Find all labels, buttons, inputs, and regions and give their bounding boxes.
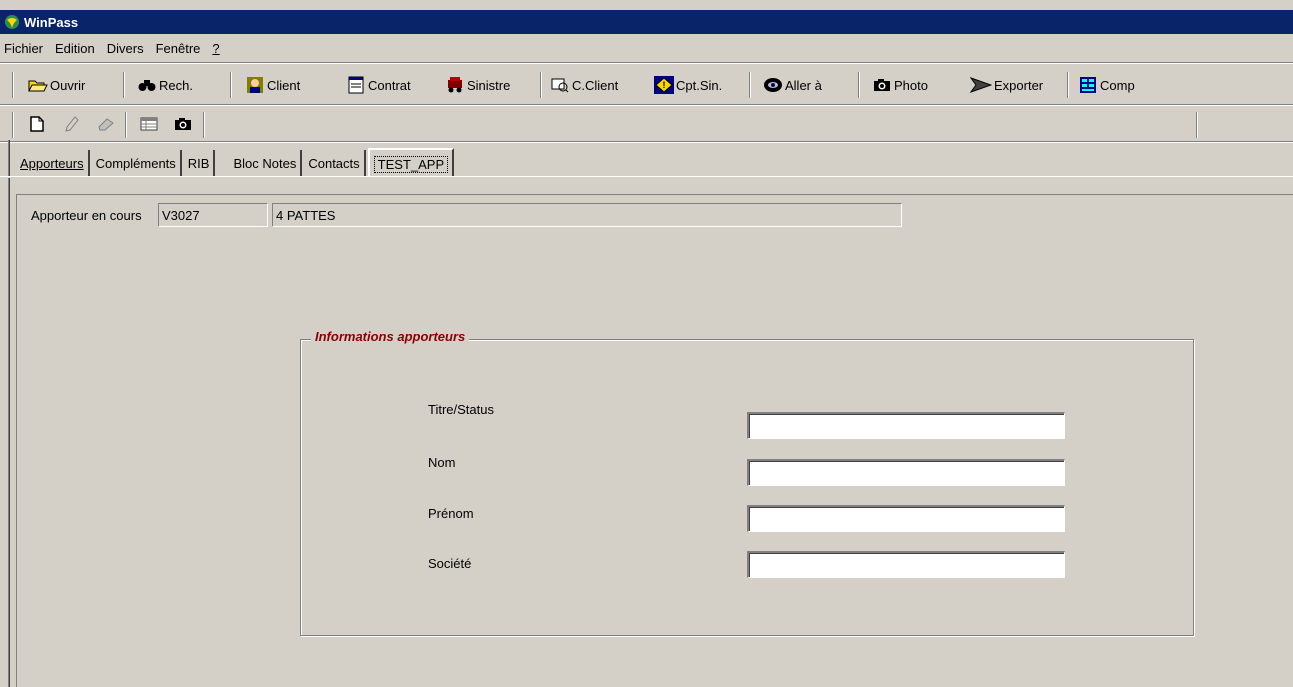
group-title: Informations apporteurs xyxy=(311,329,470,344)
aller-button[interactable]: Aller à xyxy=(763,72,822,98)
cptsin-label: Cpt.Sin. xyxy=(676,77,723,93)
winpass-logo-icon xyxy=(4,14,20,30)
ouvrir-label: Ouvrir xyxy=(50,77,86,93)
tab-apporteurs[interactable]: Apporteurs xyxy=(16,150,90,176)
menu-edition[interactable]: Edition xyxy=(55,41,95,56)
cptsin-button[interactable]: ! Cpt.Sin. xyxy=(654,72,722,98)
societe-input[interactable] xyxy=(747,551,1065,578)
menu-divider xyxy=(0,62,1293,64)
client-button[interactable]: Client xyxy=(245,72,300,98)
toolbar-separator xyxy=(230,72,232,98)
toolbar-separator xyxy=(203,112,205,138)
client-label: Client xyxy=(267,77,301,93)
comp-label: Comp xyxy=(1100,77,1135,93)
toolbar2-divider xyxy=(0,141,1293,143)
exporter-button[interactable]: Exporter xyxy=(970,72,1043,98)
tab-panel-top xyxy=(0,176,1293,178)
toolbar-separator xyxy=(1067,72,1069,98)
menu-help[interactable]: ? xyxy=(212,41,219,56)
photo-label: Photo xyxy=(894,77,928,93)
table-list-icon[interactable] xyxy=(138,114,160,134)
sinistre-label: Sinistre xyxy=(467,77,511,93)
tab-label: Apporteurs xyxy=(20,155,84,171)
warning-sign-icon: ! xyxy=(654,76,674,94)
tab-label: Contacts xyxy=(308,155,360,171)
new-document-icon[interactable] xyxy=(26,114,48,134)
export-arrow-icon xyxy=(970,76,992,94)
title-bar: WinPass xyxy=(0,10,1293,34)
prenom-label: Prénom xyxy=(428,506,474,521)
contrat-label: Contrat xyxy=(368,77,411,93)
cclient-button[interactable]: C.Client xyxy=(550,72,618,98)
contract-document-icon xyxy=(346,76,366,94)
window-left-border xyxy=(8,140,10,687)
camera-icon xyxy=(872,76,892,94)
rech-label: Rech. xyxy=(159,77,193,93)
tab-test-app[interactable]: TEST_APP xyxy=(367,148,455,178)
secondary-toolbar xyxy=(0,108,1293,140)
main-toolbar: Ouvrir Rech. Client Contrat Sinistre C.C… xyxy=(0,68,1293,102)
window-title: WinPass xyxy=(24,14,79,30)
camera-icon[interactable] xyxy=(172,114,194,134)
toolbar-separator xyxy=(540,72,542,98)
photo-button[interactable]: Photo xyxy=(872,72,928,98)
edit-pencil-icon[interactable] xyxy=(61,114,83,134)
societe-label: Société xyxy=(428,556,472,571)
svg-text:!: ! xyxy=(663,80,666,90)
open-folder-icon xyxy=(28,76,48,94)
menu-bar: Fichier Edition Divers Fenêtre ? xyxy=(0,36,1293,60)
informations-apporteurs-group xyxy=(300,339,1194,636)
binoculars-icon xyxy=(137,76,157,94)
toolbar-separator xyxy=(12,72,14,98)
nom-input[interactable] xyxy=(747,459,1065,486)
client-account-icon xyxy=(550,76,570,94)
exporter-label: Exporter xyxy=(994,77,1044,93)
menu-divers[interactable]: Divers xyxy=(107,41,144,56)
cclient-label: C.Client xyxy=(572,77,619,93)
tab-label: TEST_APP xyxy=(373,155,449,173)
aller-label: Aller à xyxy=(785,77,822,93)
current-apporteur-label: Apporteur en cours xyxy=(31,208,142,223)
menu-fichier[interactable]: Fichier xyxy=(4,41,43,56)
rech-button[interactable]: Rech. xyxy=(137,72,193,98)
tab-complements[interactable]: Compléments xyxy=(92,150,182,176)
tab-label: RIB xyxy=(187,155,210,171)
tab-rib[interactable]: RIB xyxy=(184,150,216,176)
apporteur-name-field: 4 PATTES xyxy=(272,203,902,227)
comp-button[interactable]: Comp xyxy=(1078,72,1135,98)
client-icon xyxy=(245,76,265,94)
spreadsheet-icon xyxy=(1078,76,1098,94)
tab-contacts[interactable]: Contacts xyxy=(304,150,366,176)
toolbar-separator xyxy=(1196,112,1198,138)
prenom-input[interactable] xyxy=(747,505,1065,532)
eraser-icon[interactable] xyxy=(95,114,117,134)
tab-bloc-notes[interactable]: Bloc Notes xyxy=(229,150,303,176)
toolbar-separator xyxy=(12,112,14,138)
toolbar-separator xyxy=(125,112,127,138)
tab-label: Bloc Notes xyxy=(233,155,297,171)
toolbar-separator xyxy=(749,72,751,98)
goto-icon xyxy=(763,76,783,94)
tab-label: Compléments xyxy=(95,155,176,171)
contrat-button[interactable]: Contrat xyxy=(346,72,411,98)
titre-status-input[interactable] xyxy=(747,412,1065,439)
toolbar-divider xyxy=(0,104,1293,106)
toolbar-separator xyxy=(858,72,860,98)
sinistre-button[interactable]: Sinistre xyxy=(445,72,510,98)
nom-label: Nom xyxy=(428,455,456,470)
ouvrir-button[interactable]: Ouvrir xyxy=(28,72,85,98)
menu-fenetre[interactable]: Fenêtre xyxy=(156,41,201,56)
titre-status-label: Titre/Status xyxy=(428,402,494,417)
car-accident-icon xyxy=(445,76,465,94)
tab-strip: Apporteurs Compléments RIB Bloc Notes Co… xyxy=(16,148,456,178)
apporteur-code-field: V3027 xyxy=(158,203,268,227)
toolbar-separator xyxy=(123,72,125,98)
